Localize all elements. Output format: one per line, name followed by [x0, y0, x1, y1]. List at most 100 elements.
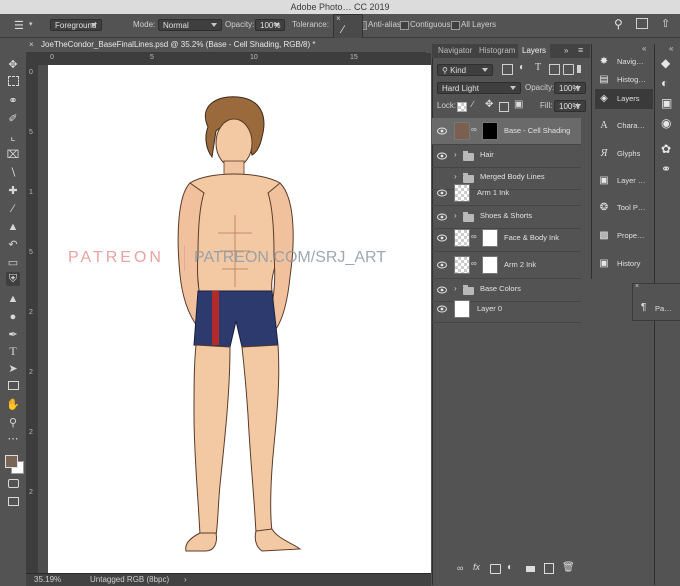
close-tab-icon[interactable]: × [29, 40, 34, 49]
zoom-level[interactable]: 35.19% [34, 574, 61, 586]
blend-mode-select[interactable]: Hard Light [437, 82, 521, 94]
paint-bucket-tool-icon[interactable]: ⛨ [6, 272, 20, 286]
zoom-tool-icon[interactable]: ⚲ [6, 416, 20, 430]
screen-mode-icon[interactable] [6, 496, 20, 510]
dock2-collapse-icon[interactable]: « [669, 44, 673, 53]
path-selection-tool-icon[interactable]: ➤ [6, 362, 20, 376]
visibility-eye-icon[interactable] [437, 234, 447, 242]
hand-tool-icon[interactable]: ✋ [6, 398, 20, 412]
new-layer-icon[interactable] [544, 563, 554, 574]
pen-tool-icon[interactable]: ✒ [6, 328, 20, 342]
workspace-icon[interactable] [636, 18, 648, 29]
dock-histogram[interactable]: ▤ Histog… [595, 70, 653, 90]
visibility-eye-icon[interactable] [437, 152, 447, 160]
filter-type-icon[interactable]: T [535, 62, 541, 73]
paint-bucket-icon[interactable]: ☰ [14, 19, 24, 32]
panel-menu-icon[interactable]: ≡ [578, 45, 583, 55]
panel-collapse-icon[interactable]: » [564, 46, 568, 55]
quick-selection-tool-icon[interactable]: ✐ [6, 112, 20, 126]
share-icon[interactable]: ⇧ [661, 17, 670, 30]
foreground-color-swatch[interactable] [5, 455, 18, 468]
new-group-icon[interactable] [526, 566, 535, 572]
layer-row[interactable]: ∞ Face & Body Ink [432, 225, 581, 252]
visibility-eye-icon[interactable] [437, 261, 447, 269]
expand-chevron-icon[interactable]: › [454, 284, 457, 294]
layer-opacity-field[interactable]: 100% [554, 82, 586, 94]
paragraph-collapse-icon[interactable]: × [635, 283, 639, 290]
lock-pixels-icon[interactable]: ∕ [472, 99, 474, 109]
filter-image-icon[interactable] [502, 64, 513, 75]
filter-smart-object-icon[interactable] [563, 64, 574, 75]
document-tab[interactable]: × JoeTheCondor_BaseFinalLines.psd @ 35.2… [26, 38, 426, 53]
paragraph-panel[interactable]: × ¶ Pa… [632, 283, 680, 321]
adjustments-icon[interactable]: ◐ [661, 76, 668, 90]
eraser-tool-icon[interactable]: ▭ [6, 256, 20, 270]
status-arrow-icon[interactable]: › [184, 574, 187, 586]
lock-artboard-icon[interactable] [499, 102, 509, 112]
lock-position-icon[interactable]: ✥ [485, 99, 493, 110]
layer-row[interactable]: ∞ Arm 2 Ink [432, 252, 581, 279]
mode-select[interactable]: Normal [158, 19, 222, 31]
layer-row[interactable]: Layer 0 [432, 296, 581, 323]
visibility-eye-icon[interactable] [437, 213, 447, 221]
adjustment-layer-icon[interactable]: ◐ [507, 562, 513, 573]
layer-style-icon[interactable]: fx [473, 562, 480, 572]
history-brush-tool-icon[interactable]: ↶ [6, 238, 20, 252]
fill-source-select[interactable]: Foreground [50, 19, 102, 31]
brush-tool-icon[interactable]: ∕ [6, 202, 20, 216]
frame-tool-icon[interactable]: ⌧ [6, 148, 20, 162]
dodge-tool-icon[interactable]: ● [6, 310, 20, 324]
expand-chevron-icon[interactable]: › [454, 150, 457, 160]
lasso-tool-icon[interactable]: ⚭ [6, 94, 20, 108]
tool-preset-chevron-icon[interactable]: ▾ [29, 20, 33, 28]
delete-layer-icon[interactable]: 🗑 [562, 562, 575, 573]
rectangle-tool-icon[interactable] [6, 380, 20, 394]
filter-adjustment-icon[interactable]: ◐ [519, 62, 525, 73]
channels-icon[interactable]: ✿ [661, 142, 671, 156]
libraries-icon[interactable]: ◆ [661, 56, 670, 70]
dock-layers[interactable]: ◈ Layers [595, 89, 653, 109]
expand-chevron-icon[interactable]: › [454, 211, 457, 221]
crop-tool-icon[interactable]: ⌞ [6, 130, 20, 144]
contiguous-checkbox[interactable] [400, 21, 409, 30]
visibility-eye-icon[interactable] [437, 305, 447, 313]
visibility-eye-icon[interactable] [437, 189, 447, 197]
link-layers-icon[interactable]: ∞ [457, 563, 463, 573]
tab-histogram[interactable]: Histogram [475, 44, 519, 58]
fill-field[interactable]: 100% [554, 100, 586, 112]
healing-brush-tool-icon[interactable]: ✚ [6, 184, 20, 198]
tab-layers[interactable]: Layers [518, 44, 551, 58]
move-tool-icon[interactable]: ✥ [6, 58, 20, 72]
visibility-eye-icon[interactable] [437, 127, 447, 135]
layer-row[interactable]: › Hair [432, 145, 581, 168]
type-tool-icon[interactable]: T [6, 344, 20, 358]
dock-character[interactable]: A Chara… [595, 116, 653, 136]
eyedropper-tool-icon[interactable]: ∖ [6, 166, 20, 180]
styles-icon[interactable]: ▣ [661, 96, 672, 110]
sharpen-tool-icon[interactable]: ▲ [6, 292, 20, 306]
opacity-field[interactable]: 100% [255, 19, 285, 31]
all-layers-checkbox[interactable] [451, 21, 460, 30]
dock-tool-presets[interactable]: ❂ Tool P… [595, 198, 653, 218]
layer-row[interactable]: ∞ Base - Cell Shading [432, 118, 581, 145]
quick-mask-icon[interactable] [6, 478, 20, 492]
document-canvas[interactable]: PATREON PATREON.COM/SRJ_ART [48, 65, 431, 573]
filter-toggle-icon[interactable] [577, 65, 581, 73]
dock-history[interactable]: ▣ History [595, 254, 653, 274]
layer-row[interactable]: Arm 1 Ink [432, 181, 581, 206]
dock-properties[interactable]: ▩ Prope… [595, 226, 653, 246]
marquee-tool-icon[interactable] [6, 76, 20, 90]
tab-navigator[interactable]: Navigator [434, 44, 476, 58]
add-mask-icon[interactable] [490, 564, 501, 574]
dock-navigator[interactable]: ✸ Navig… [595, 52, 653, 72]
clone-stamp-tool-icon[interactable]: ▲ [6, 220, 20, 234]
more-tools-icon[interactable]: ⋯ [6, 432, 20, 446]
dock-glyphs[interactable]: Я Glyphs [595, 144, 653, 164]
layer-filter-select[interactable]: ⚲ Kind [437, 64, 493, 76]
search-icon[interactable]: ⚲ [614, 17, 623, 31]
close-icon[interactable]: × [336, 14, 341, 23]
lock-all-icon[interactable]: ▣ [514, 99, 523, 110]
dock-layer-comps[interactable]: ▣ Layer … [595, 171, 653, 191]
visibility-eye-icon[interactable] [437, 286, 447, 294]
brush-icon[interactable]: ∕ [342, 24, 344, 36]
